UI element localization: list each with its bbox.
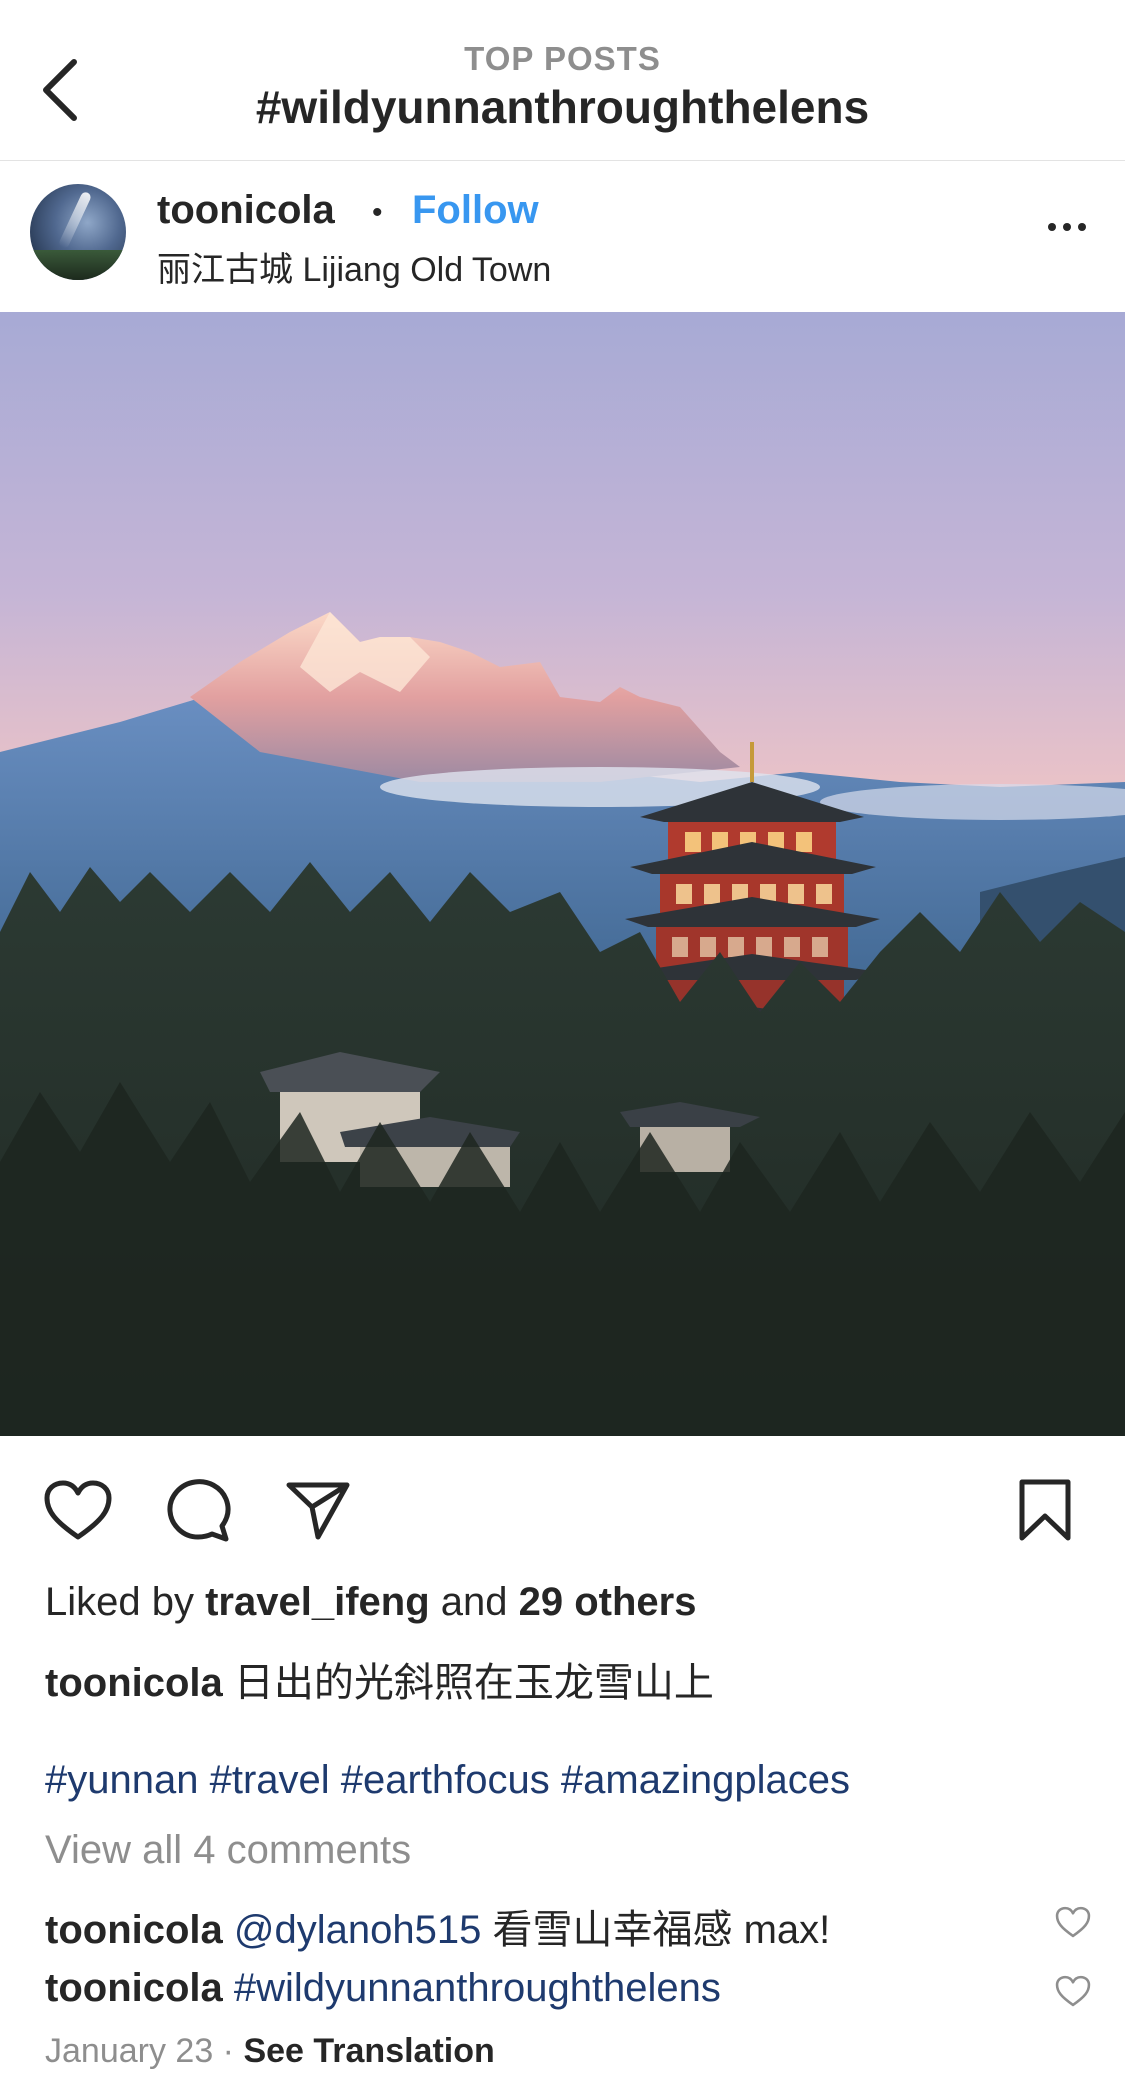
comment-button[interactable] <box>158 1470 238 1550</box>
avatar[interactable] <box>30 184 126 280</box>
bookmark-icon <box>1019 1479 1071 1541</box>
caption-hashtags[interactable]: #yunnan #travel #earthfocus #amazingplac… <box>45 1758 850 1803</box>
post-username[interactable]: toonicola <box>157 188 335 233</box>
post-meta: January 23 · See Translation <box>45 2032 495 2071</box>
heart-icon <box>44 1480 112 1540</box>
heart-icon <box>1055 1906 1091 1938</box>
action-bar <box>0 1470 1125 1550</box>
likes-others[interactable]: 29 others <box>519 1580 697 1624</box>
photo-pagoda-mountain <box>0 312 1125 1436</box>
follow-button[interactable]: Follow <box>412 188 539 233</box>
post-date: January 23 <box>45 2032 214 2070</box>
comment-username[interactable]: toonicola <box>45 1966 223 2010</box>
more-dots-icon <box>1048 223 1056 231</box>
likes-prefix: Liked by <box>45 1580 206 1624</box>
likes-and: and <box>429 1580 519 1624</box>
heart-icon <box>1055 1975 1091 2007</box>
like-button[interactable] <box>38 1470 118 1550</box>
comment-icon <box>167 1479 231 1542</box>
likes-summary: Liked by travel_ifeng and 29 others <box>45 1580 696 1625</box>
send-icon <box>286 1482 350 1540</box>
more-options-button[interactable] <box>1037 202 1097 252</box>
caption-username[interactable]: toonicola <box>45 1661 223 1705</box>
page-title: #wildyunnanthroughthelens <box>255 81 870 133</box>
liked-by-user[interactable]: travel_ifeng <box>205 1580 430 1624</box>
separator-dot: • <box>372 196 383 229</box>
share-button[interactable] <box>278 1470 358 1550</box>
comment-like-button[interactable] <box>1053 1971 1093 2011</box>
comment-text: 看雪山幸福感 max! <box>481 1908 831 1952</box>
post-location[interactable]: 丽江古城 Lijiang Old Town <box>157 242 551 291</box>
post-header: toonicola • Follow 丽江古城 Lijiang Old Town <box>0 162 1125 312</box>
meta-separator: · <box>213 2032 244 2070</box>
post-photo[interactable] <box>0 312 1125 1436</box>
save-button[interactable] <box>1005 1470 1085 1550</box>
top-nav-bar: TOP POSTS #wildyunnanthroughthelens <box>0 0 1125 161</box>
comment-item: toonicola @dylanoh515 看雪山幸福感 max! <box>45 1897 830 1955</box>
comment-username[interactable]: toonicola <box>45 1908 223 1952</box>
view-all-comments-link[interactable]: View all 4 comments <box>45 1828 411 1873</box>
comment-mention[interactable]: @dylanoh515 <box>223 1908 481 1952</box>
page-subtitle: TOP POSTS <box>464 40 661 77</box>
comment-item: toonicola #wildyunnanthroughthelens <box>45 1966 721 2011</box>
caption: toonicola 日出的光斜照在玉龙雪山上 <box>45 1650 714 1708</box>
caption-text: 日出的光斜照在玉龙雪山上 <box>222 1661 714 1705</box>
see-translation-link[interactable]: See Translation <box>243 2032 494 2070</box>
comment-like-button[interactable] <box>1053 1902 1093 1942</box>
comment-hashtag[interactable]: #wildyunnanthroughthelens <box>223 1966 721 2010</box>
